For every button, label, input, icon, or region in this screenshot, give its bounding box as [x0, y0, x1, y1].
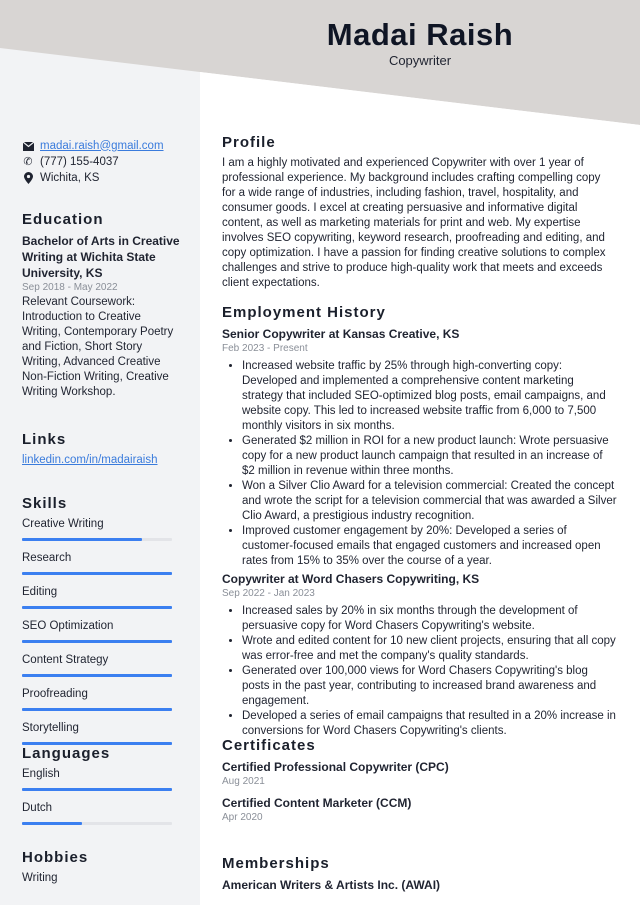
certificates-heading: Certificates [222, 737, 316, 754]
language-item: English [22, 767, 182, 791]
skill-label: Editing [22, 586, 58, 598]
job-entry: Copywriter at Word Chasers Copywriting, … [222, 571, 617, 739]
hobbies-heading: Hobbies [22, 849, 89, 866]
languages-section: Languages English Dutch [22, 746, 182, 835]
location-text: Wichita, KS [40, 171, 100, 184]
job-dates: Feb 2023 - Present [222, 343, 308, 354]
links-heading: Links [22, 431, 67, 448]
skill-item: Proofreading [22, 687, 182, 711]
certificate-date: Apr 2020 [222, 812, 263, 823]
employment-section: Employment History Senior Copywriter at … [222, 305, 617, 741]
languages-heading: Languages [22, 745, 111, 762]
skill-level-fill [22, 708, 172, 711]
language-level-bar [22, 788, 172, 791]
skill-item: SEO Optimization [22, 619, 182, 643]
certificate-entry: Certified Content Marketer (CCM) Apr 2020 [222, 795, 617, 825]
certificates-section: Certificates Certified Professional Copy… [222, 738, 617, 831]
job-bullet: Wrote and edited content for 10 new clie… [242, 634, 617, 664]
skill-level-fill [22, 538, 142, 541]
contact-email: madai.raish@gmail.com [22, 138, 182, 154]
links-section: Links linkedin.com/in/madairaish [22, 432, 182, 468]
education-heading: Education [22, 211, 104, 228]
skill-level-fill [22, 674, 172, 677]
skill-item: Content Strategy [22, 653, 182, 677]
skill-label: SEO Optimization [22, 620, 114, 632]
certificate-entry: Certified Professional Copywriter (CPC) A… [222, 759, 617, 789]
skill-item: Editing [22, 585, 182, 609]
education-section: Education Bachelor of Arts in Creative W… [22, 212, 182, 400]
skill-level-bar [22, 708, 172, 711]
skill-level-bar [22, 640, 172, 643]
skill-level-bar [22, 572, 172, 575]
job-entry: Senior Copywriter at Kansas Creative, KS… [222, 326, 617, 569]
skill-item: Storytelling [22, 721, 182, 745]
skill-item: Creative Writing [22, 517, 182, 541]
skill-label: Proofreading [22, 688, 88, 700]
job-title: Senior Copywriter at Kansas Creative, KS [222, 327, 460, 341]
skill-level-bar [22, 606, 172, 609]
memberships-section: Memberships American Writers & Artists I… [222, 856, 617, 893]
language-item: Dutch [22, 801, 182, 825]
contact-section: madai.raish@gmail.com ✆ (777) 155-4037 W… [22, 138, 182, 186]
job-bullet: Won a Silver Clio Award for a television… [242, 479, 617, 524]
skill-level-fill [22, 606, 172, 609]
email-link[interactable]: madai.raish@gmail.com [40, 139, 164, 154]
job-bullets: Increased website traffic by 25% through… [222, 359, 617, 569]
language-level-fill [22, 788, 172, 791]
contact-phone: ✆ (777) 155-4037 [22, 154, 182, 170]
language-label: English [22, 768, 60, 780]
phone-icon: ✆ [23, 155, 33, 168]
certificate-date: Aug 2021 [222, 776, 265, 787]
employment-heading: Employment History [222, 304, 386, 321]
hobby-item: Writing [22, 872, 58, 884]
skill-label: Storytelling [22, 722, 79, 734]
skill-label: Content Strategy [22, 654, 109, 666]
location-pin-icon [22, 172, 34, 184]
language-level-bar [22, 822, 172, 825]
memberships-heading: Memberships [222, 855, 330, 872]
job-bullets: Increased sales by 20% in six months thr… [222, 604, 617, 739]
language-label: Dutch [22, 802, 53, 814]
job-bullet: Improved customer engagement by 20%: Dev… [242, 524, 617, 569]
skill-label: Research [22, 552, 72, 564]
job-dates: Sep 2022 - Jan 2023 [222, 588, 315, 599]
hobbies-section: Hobbies Writing [22, 850, 182, 886]
job-bullet: Developed a series of email campaigns th… [242, 709, 617, 739]
education-details: Relevant Coursework: Introduction to Cre… [22, 296, 174, 398]
skill-level-bar [22, 674, 172, 677]
certificate-title: Certified Content Marketer (CCM) [222, 796, 412, 810]
skills-section: Skills Creative Writing Research Editing SE… [22, 496, 182, 755]
profile-heading: Profile [222, 134, 276, 151]
job-bullet: Generated over 100,000 views for Word Ch… [242, 664, 617, 709]
skill-level-fill [22, 572, 172, 575]
candidate-name: Madai Raish [326, 17, 514, 52]
skill-label: Creative Writing [22, 518, 104, 530]
education-degree: Bachelor of Arts in Creative Writing at … [22, 234, 180, 280]
linkedin-link[interactable]: linkedin.com/in/madairaish [22, 454, 158, 466]
language-level-fill [22, 822, 82, 825]
envelope-icon [22, 140, 34, 152]
profile-section: Profile I am a highly motivated and expe… [222, 135, 617, 291]
skill-level-bar [22, 538, 172, 541]
job-bullet: Generated $2 million in ROI for a new pr… [242, 434, 617, 479]
job-bullet: Increased sales by 20% in six months thr… [242, 604, 617, 634]
certificate-title: Certified Professional Copywriter (CPC) [222, 760, 449, 774]
job-bullet: Increased website traffic by 25% through… [242, 359, 617, 434]
skill-level-fill [22, 640, 172, 643]
education-dates: Sep 2018 - May 2022 [22, 282, 118, 293]
skill-item: Research [22, 551, 182, 575]
candidate-role: Copywriter [388, 53, 452, 68]
job-title: Copywriter at Word Chasers Copywriting, … [222, 572, 480, 586]
skills-heading: Skills [22, 495, 68, 512]
phone-text: (777) 155-4037 [40, 155, 119, 168]
profile-text: I am a highly motivated and experienced … [222, 157, 606, 289]
contact-location: Wichita, KS [22, 170, 182, 186]
membership-item: American Writers & Artists Inc. (AWAI) [222, 878, 441, 892]
